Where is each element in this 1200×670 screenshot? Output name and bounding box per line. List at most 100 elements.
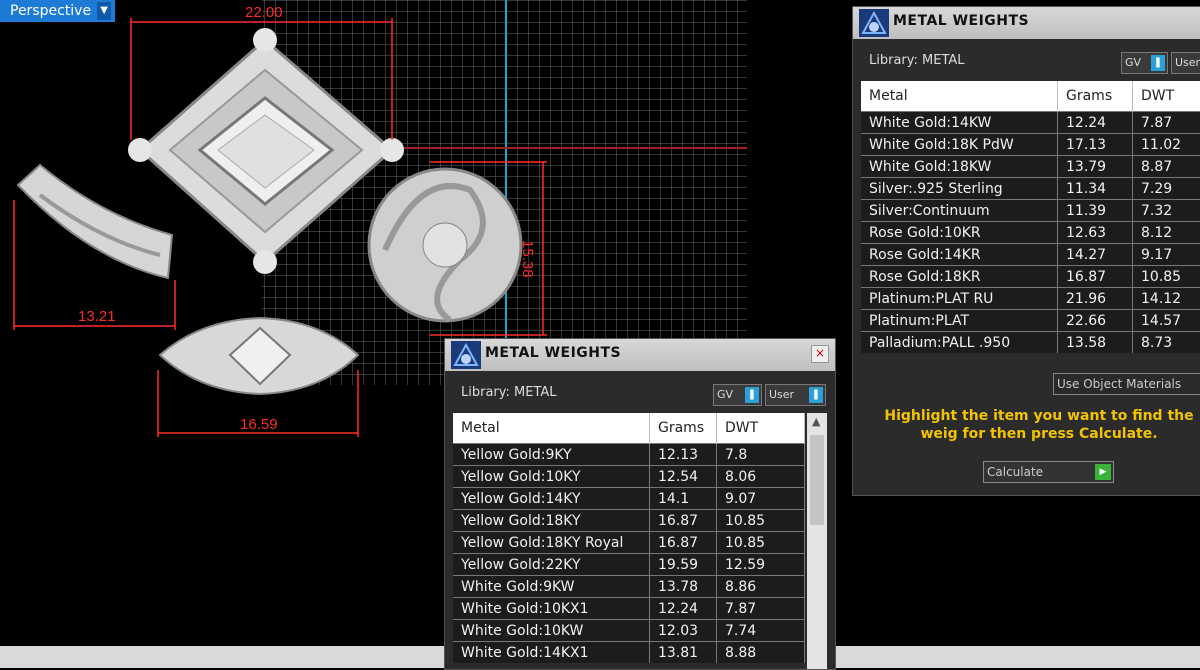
- grams-cell[interactable]: 12.13: [650, 444, 717, 466]
- table-row[interactable]: Palladium:PALL .95013.588.73: [861, 332, 1200, 354]
- metal-name-cell[interactable]: Yellow Gold:9KY: [453, 444, 650, 466]
- metal-name-cell[interactable]: Rose Gold:10KR: [861, 222, 1058, 244]
- column-header-metal[interactable]: Metal: [861, 81, 1058, 112]
- use-object-materials-select[interactable]: Use Object Materials: [1053, 373, 1200, 395]
- dwt-cell[interactable]: 10.85: [717, 532, 805, 554]
- table-row[interactable]: Yellow Gold:22KY19.5912.59: [453, 554, 805, 576]
- column-header-grams[interactable]: Grams: [650, 413, 717, 444]
- grams-cell[interactable]: 13.81: [650, 642, 717, 664]
- grams-cell[interactable]: 16.87: [650, 532, 717, 554]
- table-row[interactable]: Yellow Gold:18KY Royal16.8710.85: [453, 532, 805, 554]
- dwt-cell[interactable]: 7.32: [1133, 200, 1200, 222]
- table-row[interactable]: White Gold:18KW13.798.87: [861, 156, 1200, 178]
- grams-cell[interactable]: 12.03: [650, 620, 717, 642]
- floating-panel-titlebar[interactable]: METAL WEIGHTS ×: [445, 339, 835, 371]
- grams-cell[interactable]: 12.24: [1058, 112, 1133, 134]
- close-icon[interactable]: ×: [811, 345, 829, 363]
- table-row[interactable]: White Gold:10KX112.247.87: [453, 598, 805, 620]
- scrollbar-thumb[interactable]: [810, 435, 824, 525]
- table-row[interactable]: Silver:Continuum11.397.32: [861, 200, 1200, 222]
- metal-name-cell[interactable]: Silver:.925 Sterling: [861, 178, 1058, 200]
- dwt-cell[interactable]: 11.02: [1133, 134, 1200, 156]
- metal-name-cell[interactable]: Palladium:PALL .950: [861, 332, 1058, 354]
- dwt-cell[interactable]: 8.88: [717, 642, 805, 664]
- chevron-down-icon[interactable]: ▼: [97, 2, 111, 20]
- metal-name-cell[interactable]: White Gold:14KW: [861, 112, 1058, 134]
- user-toggle-button[interactable]: User ❚: [765, 384, 826, 406]
- grams-cell[interactable]: 12.63: [1058, 222, 1133, 244]
- grams-cell[interactable]: 12.24: [650, 598, 717, 620]
- dwt-cell[interactable]: 8.12: [1133, 222, 1200, 244]
- calculate-button[interactable]: Calculate ▶: [983, 461, 1114, 483]
- scroll-up-icon[interactable]: ▲: [812, 415, 820, 428]
- table-row[interactable]: Platinum:PLAT22.6614.57: [861, 310, 1200, 332]
- dwt-cell[interactable]: 8.86: [717, 576, 805, 598]
- metal-name-cell[interactable]: Yellow Gold:14KY: [453, 488, 650, 510]
- table-row[interactable]: Rose Gold:10KR12.638.12: [861, 222, 1200, 244]
- grams-cell[interactable]: 11.34: [1058, 178, 1133, 200]
- table-row[interactable]: Yellow Gold:9KY12.137.8: [453, 444, 805, 466]
- column-header-grams[interactable]: Grams: [1058, 81, 1133, 112]
- table-row[interactable]: White Gold:14KX113.818.88: [453, 642, 805, 664]
- metal-name-cell[interactable]: White Gold:9KW: [453, 576, 650, 598]
- table-row[interactable]: Yellow Gold:18KY16.8710.85: [453, 510, 805, 532]
- table-row[interactable]: Platinum:PLAT RU21.9614.12: [861, 288, 1200, 310]
- metal-name-cell[interactable]: Platinum:PLAT: [861, 310, 1058, 332]
- grams-cell[interactable]: 11.39: [1058, 200, 1133, 222]
- grams-cell[interactable]: 14.27: [1058, 244, 1133, 266]
- grams-cell[interactable]: 13.78: [650, 576, 717, 598]
- metal-name-cell[interactable]: Yellow Gold:18KY: [453, 510, 650, 532]
- dwt-cell[interactable]: 10.85: [717, 510, 805, 532]
- panel-titlebar[interactable]: METAL WEIGHTS: [853, 7, 1200, 39]
- gv-toggle-button[interactable]: GV ❚: [1121, 52, 1168, 74]
- dwt-cell[interactable]: 12.59: [717, 554, 805, 576]
- table-row[interactable]: Rose Gold:18KR16.8710.85: [861, 266, 1200, 288]
- user-toggle-button[interactable]: User: [1171, 52, 1200, 74]
- dwt-cell[interactable]: 8.87: [1133, 156, 1200, 178]
- grams-cell[interactable]: 17.13: [1058, 134, 1133, 156]
- dwt-cell[interactable]: 14.12: [1133, 288, 1200, 310]
- metal-name-cell[interactable]: Rose Gold:18KR: [861, 266, 1058, 288]
- grams-cell[interactable]: 13.79: [1058, 156, 1133, 178]
- dwt-cell[interactable]: 14.57: [1133, 310, 1200, 332]
- dwt-cell[interactable]: 7.74: [717, 620, 805, 642]
- grams-cell[interactable]: 13.58: [1058, 332, 1133, 354]
- metal-name-cell[interactable]: Rose Gold:14KR: [861, 244, 1058, 266]
- dwt-cell[interactable]: 8.06: [717, 466, 805, 488]
- vertical-scrollbar[interactable]: ▲: [807, 413, 827, 669]
- column-header-dwt[interactable]: DWT: [1133, 81, 1200, 112]
- table-row[interactable]: White Gold:10KW12.037.74: [453, 620, 805, 642]
- grams-cell[interactable]: 16.87: [1058, 266, 1133, 288]
- dwt-cell[interactable]: 7.8: [717, 444, 805, 466]
- metal-name-cell[interactable]: White Gold:10KX1: [453, 598, 650, 620]
- column-header-metal[interactable]: Metal: [453, 413, 650, 444]
- table-row[interactable]: Rose Gold:14KR14.279.17: [861, 244, 1200, 266]
- metal-name-cell[interactable]: Yellow Gold:10KY: [453, 466, 650, 488]
- grams-cell[interactable]: 21.96: [1058, 288, 1133, 310]
- grams-cell[interactable]: 19.59: [650, 554, 717, 576]
- dwt-cell[interactable]: 9.17: [1133, 244, 1200, 266]
- grams-cell[interactable]: 14.1: [650, 488, 717, 510]
- dwt-cell[interactable]: 7.87: [717, 598, 805, 620]
- metal-name-cell[interactable]: White Gold:10KW: [453, 620, 650, 642]
- dwt-cell[interactable]: 9.07: [717, 488, 805, 510]
- column-header-dwt[interactable]: DWT: [717, 413, 805, 444]
- metal-name-cell[interactable]: Yellow Gold:22KY: [453, 554, 650, 576]
- metal-name-cell[interactable]: Silver:Continuum: [861, 200, 1058, 222]
- grams-cell[interactable]: 16.87: [650, 510, 717, 532]
- metal-name-cell[interactable]: White Gold:14KX1: [453, 642, 650, 664]
- viewport-mode-dropdown[interactable]: Perspective ▼: [0, 0, 115, 22]
- grams-cell[interactable]: 22.66: [1058, 310, 1133, 332]
- table-row[interactable]: White Gold:9KW13.788.86: [453, 576, 805, 598]
- table-row[interactable]: White Gold:14KW12.247.87: [861, 112, 1200, 134]
- dwt-cell[interactable]: 8.73: [1133, 332, 1200, 354]
- grams-cell[interactable]: 12.54: [650, 466, 717, 488]
- metal-name-cell[interactable]: Platinum:PLAT RU: [861, 288, 1058, 310]
- dwt-cell[interactable]: 7.87: [1133, 112, 1200, 134]
- dwt-cell[interactable]: 7.29: [1133, 178, 1200, 200]
- table-row[interactable]: Yellow Gold:14KY14.19.07: [453, 488, 805, 510]
- metal-name-cell[interactable]: White Gold:18KW: [861, 156, 1058, 178]
- metal-name-cell[interactable]: White Gold:18K PdW: [861, 134, 1058, 156]
- table-row[interactable]: Silver:.925 Sterling11.347.29: [861, 178, 1200, 200]
- metal-name-cell[interactable]: Yellow Gold:18KY Royal: [453, 532, 650, 554]
